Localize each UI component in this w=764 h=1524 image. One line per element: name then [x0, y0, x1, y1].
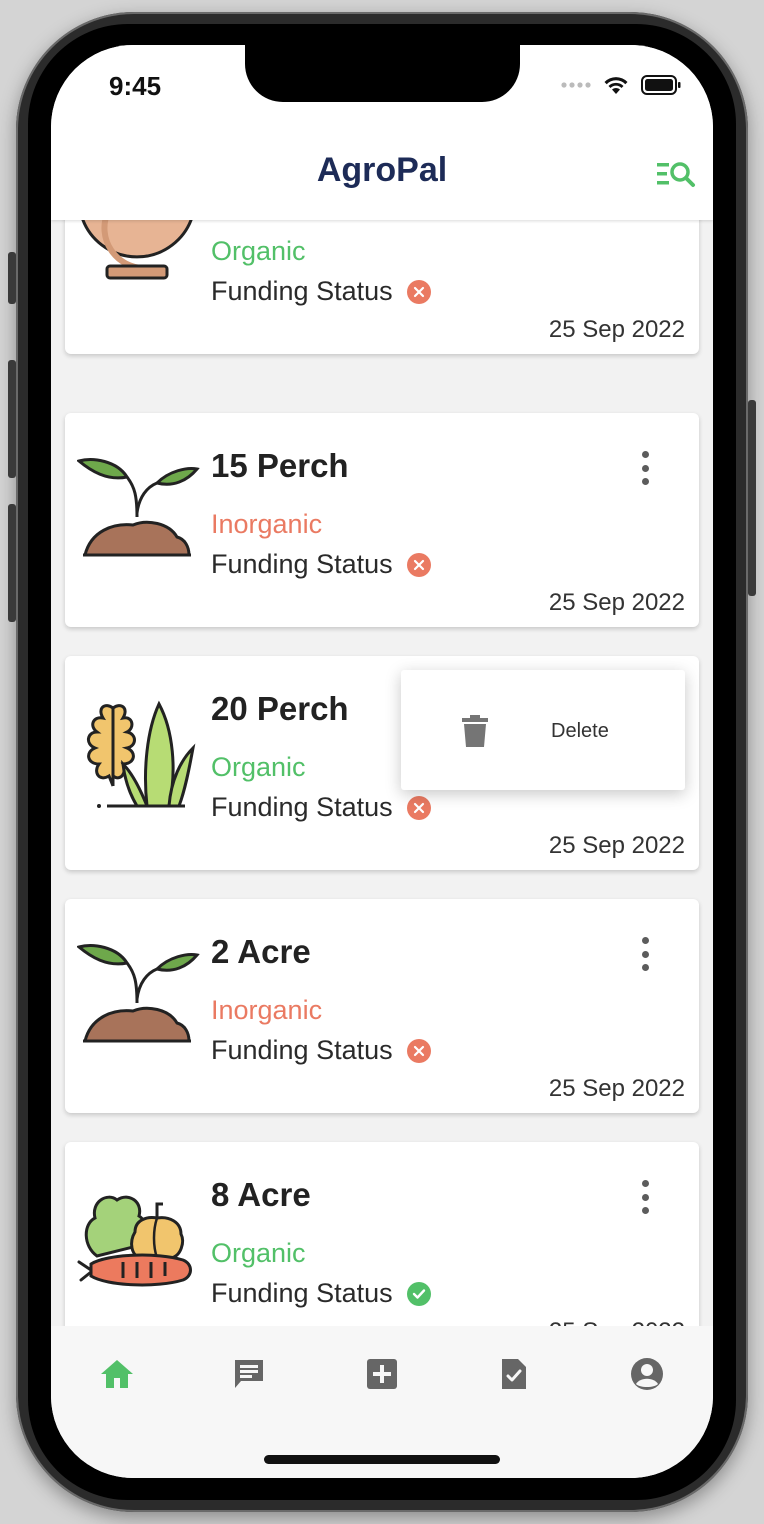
wheat-plant-icon [87, 700, 196, 808]
filter-search-button[interactable] [657, 159, 697, 189]
chat-icon [235, 1360, 263, 1388]
battery-icon [641, 75, 681, 95]
funding-rejected-icon [406, 279, 431, 304]
funding-label: Funding Status [211, 549, 393, 579]
list-item[interactable]: Organic Funding Status 25 Sep 2022 [65, 220, 699, 354]
status-time: 9:45 [109, 71, 162, 101]
add-box-icon [367, 1359, 397, 1389]
card-date: 25 Sep 2022 [548, 832, 685, 859]
funding-label: Funding Status [211, 1278, 393, 1308]
funding-rejected-icon [406, 795, 431, 820]
more-options-button[interactable] [635, 937, 655, 971]
funding-status: Funding Status [211, 549, 431, 580]
filter-search-icon [657, 162, 695, 187]
volume-up-button [8, 360, 16, 478]
power-button [748, 400, 756, 596]
card-date: 25 Sep 2022 [548, 589, 685, 616]
card-title: 15 Perch [211, 447, 349, 484]
funding-status: Funding Status [211, 1278, 431, 1309]
trash-icon [462, 715, 488, 747]
card-type: Organic [211, 236, 306, 266]
card-date: 25 Sep 2022 [549, 1318, 685, 1326]
delete-label: Delete [551, 720, 609, 742]
nav-messages[interactable] [229, 1354, 269, 1394]
signal-icon [561, 82, 591, 88]
document-check-icon [502, 1359, 526, 1389]
card-type: Inorganic [211, 995, 323, 1025]
card-options-menu: Delete [401, 670, 685, 790]
card-title: 8 Acre [211, 1176, 311, 1213]
more-options-button[interactable] [635, 451, 655, 485]
card-date: 25 Sep 2022 [548, 316, 685, 343]
funding-label: Funding Status [211, 1035, 393, 1065]
nav-documents[interactable] [494, 1354, 534, 1394]
content-list[interactable]: Organic Funding Status 25 Sep 2022 15 Pe… [51, 220, 713, 1326]
funding-status: Funding Status [211, 1035, 431, 1066]
mute-switch [8, 252, 16, 304]
more-options-button[interactable] [635, 1180, 655, 1214]
account-icon [631, 1358, 663, 1390]
list-item[interactable]: 15 Perch Inorganic Funding Status 25 Sep… [65, 413, 699, 627]
funding-approved-icon [406, 1281, 431, 1306]
status-icons [561, 75, 681, 95]
funding-rejected-icon [406, 1038, 431, 1063]
home-icon [101, 1360, 133, 1388]
funding-rejected-icon [406, 552, 431, 577]
funding-status: Funding Status [211, 792, 431, 823]
card-title: 2 Acre [211, 933, 311, 970]
vegetables-icon [77, 1195, 192, 1287]
sprout-icon [77, 944, 200, 1043]
card-type: Organic [211, 1238, 306, 1268]
nav-add[interactable] [362, 1354, 402, 1394]
home-indicator[interactable] [264, 1455, 500, 1464]
bowl-icon [81, 220, 193, 280]
card-type: Inorganic [211, 509, 323, 539]
list-item[interactable]: 2 Acre Inorganic Funding Status 25 Sep 2… [65, 899, 699, 1113]
delete-menu-item[interactable]: Delete [401, 670, 685, 790]
funding-label: Funding Status [211, 792, 393, 822]
funding-status: Funding Status [211, 276, 431, 307]
card-date: 25 Sep 2022 [548, 1075, 685, 1102]
notch [245, 45, 520, 102]
card-title: 20 Perch [211, 690, 349, 727]
volume-down-button [8, 504, 16, 622]
card-type: Organic [211, 752, 306, 782]
sprout-icon [77, 458, 200, 557]
app-screen: 9:45 AgroPal Organic Funding Status 25 S… [51, 45, 713, 1478]
nav-home[interactable] [97, 1354, 137, 1394]
nav-profile[interactable] [627, 1354, 667, 1394]
list-item[interactable]: 8 Acre Organic Funding Status 25 Sep 202… [65, 1142, 699, 1326]
wifi-icon [604, 77, 628, 94]
funding-label: Funding Status [211, 276, 393, 306]
app-title: AgroPal [316, 151, 448, 189]
